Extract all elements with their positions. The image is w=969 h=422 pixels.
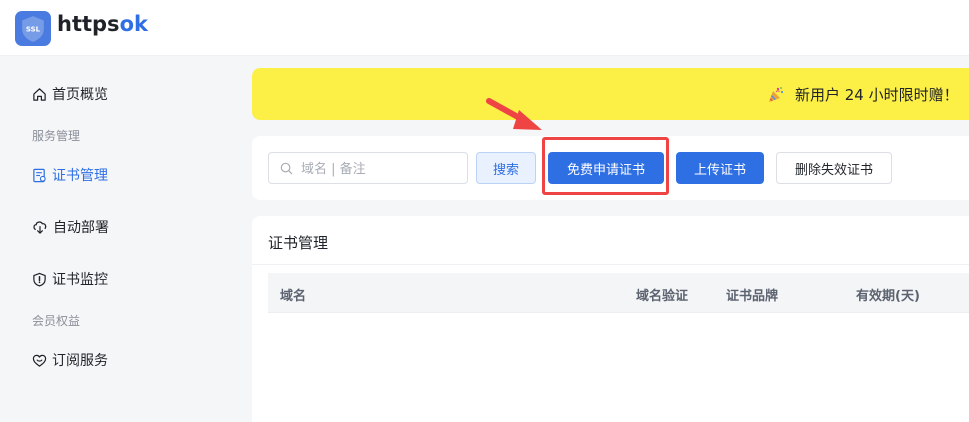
sidebar-item-home[interactable]: 首页概览	[32, 83, 108, 105]
column-header-certificate-brand[interactable]: 证书品牌	[726, 285, 778, 304]
banner-content: 新用户 24 小时限时赠！	[767, 84, 959, 105]
certificate-icon	[33, 168, 46, 182]
card-title: 证书管理	[268, 234, 329, 252]
app-name-https: https	[57, 12, 120, 36]
logo-badge-text: SSL	[26, 26, 41, 34]
sidebar-item-auto-deploy[interactable]: 自动部署	[32, 216, 109, 238]
column-header-validity-days[interactable]: 有效期(天)	[856, 285, 920, 304]
red-arrow-icon	[486, 98, 542, 130]
sidebar-item-subscription[interactable]: 订阅服务	[32, 349, 108, 371]
column-header-domain[interactable]: 域名	[280, 285, 306, 304]
upload-certificate-button[interactable]: 上传证书	[676, 152, 764, 184]
promo-banner[interactable]: 新用户 24 小时限时赠！	[252, 68, 969, 120]
sidebar-group-service: 服务管理	[32, 129, 81, 143]
delete-expired-certificates-button[interactable]: 删除失效证书	[776, 152, 892, 184]
top-bar: SSL httpsok	[0, 0, 969, 56]
banner-text: 新用户 24 小时限时赠！	[795, 86, 959, 104]
sidebar-item-label: 首页概览	[52, 87, 108, 103]
sidebar-item-label: 证书监控	[52, 272, 108, 288]
sidebar-item-monitor[interactable]: 证书监控	[32, 268, 108, 290]
search-input[interactable]	[301, 159, 461, 179]
sidebar: 首页概览 服务管理 证书管理 自动部署 证书监控 会员权益 订阅服务	[0, 56, 252, 422]
sidebar-item-label: 自动部署	[53, 220, 109, 236]
party-popper-icon	[769, 86, 784, 102]
search-icon	[280, 162, 293, 175]
sidebar-item-label: 订阅服务	[52, 353, 108, 369]
sidebar-group-membership: 会员权益	[32, 314, 81, 328]
divider	[252, 264, 969, 265]
heart-icon	[32, 354, 47, 367]
app-name-ok: ok	[119, 12, 148, 36]
certificate-card: 证书管理 域名 域名验证 证书品牌 有效期(天)	[252, 216, 969, 422]
logo-icon[interactable]: SSL	[15, 11, 51, 46]
app-name[interactable]: httpsok	[57, 12, 148, 36]
search-button[interactable]: 搜索	[476, 152, 536, 184]
table-header: 域名 域名验证 证书品牌 有效期(天)	[268, 273, 969, 313]
home-icon	[33, 87, 46, 101]
deploy-icon	[33, 220, 47, 234]
highlight-box	[542, 137, 669, 195]
sidebar-item-label: 证书管理	[52, 168, 108, 184]
search-box[interactable]	[268, 152, 468, 184]
shield-icon	[33, 272, 46, 286]
sidebar-item-certificates[interactable]: 证书管理	[32, 164, 108, 186]
column-header-domain-verification[interactable]: 域名验证	[636, 285, 688, 304]
